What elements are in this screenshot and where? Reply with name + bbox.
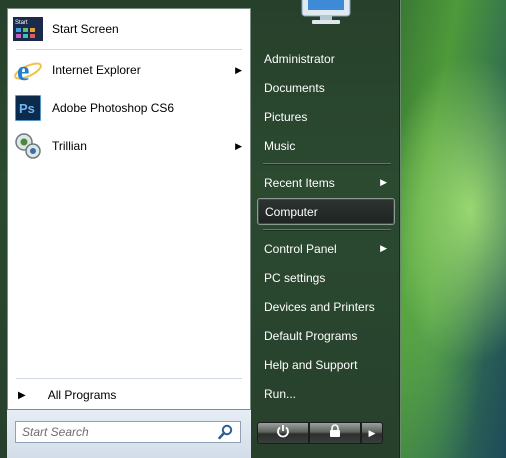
places-label: Run... — [264, 386, 297, 401]
places-label: Music — [264, 138, 296, 153]
separator — [16, 378, 242, 379]
places-label: Default Programs — [264, 328, 358, 343]
submenu-arrow-icon: ▶ — [235, 64, 242, 75]
places-item-pc-settings[interactable]: PC settings — [257, 264, 395, 291]
trillian-icon — [13, 131, 43, 161]
programs-pane: Start Start Screen e Internet Explorer ▶… — [7, 8, 251, 410]
arrow-right-icon: ▶ — [368, 427, 376, 438]
all-programs-button[interactable]: ▶ All Programs — [8, 381, 250, 409]
places-item-music[interactable]: Music — [257, 132, 395, 159]
places-item-run[interactable]: Run... — [257, 380, 395, 407]
program-internet-explorer[interactable]: e Internet Explorer ▶ — [10, 53, 248, 87]
power-icon — [276, 424, 290, 443]
places-item-recent-items[interactable]: Recent Items ▶ — [257, 169, 395, 196]
search-area: Start Search — [7, 410, 251, 458]
photoshop-text: Ps — [19, 101, 35, 116]
program-start-screen[interactable]: Start Start Screen — [10, 12, 248, 46]
separator — [263, 163, 391, 164]
submenu-arrow-icon: ▶ — [380, 177, 387, 187]
submenu-arrow-icon: ▶ — [235, 140, 242, 151]
lock-button[interactable] — [309, 422, 361, 444]
start-menu: Start Start Screen e Internet Explorer ▶… — [0, 0, 401, 458]
svg-text:e: e — [17, 56, 29, 85]
separator — [263, 229, 391, 230]
places-item-default-programs[interactable]: Default Programs — [257, 322, 395, 349]
places-item-devices-printers[interactable]: Devices and Printers — [257, 293, 395, 320]
places-label: Computer — [265, 204, 318, 219]
photoshop-icon: Ps — [13, 93, 43, 123]
program-label: Start Screen — [52, 22, 119, 36]
program-label: Internet Explorer — [52, 63, 141, 77]
search-placeholder: Start Search — [22, 425, 89, 439]
search-input[interactable]: Start Search — [15, 421, 241, 443]
search-icon[interactable] — [218, 424, 234, 443]
program-trillian[interactable]: Trillian ▶ — [10, 129, 248, 163]
program-label: Adobe Photoshop CS6 — [52, 101, 175, 115]
places-item-help-support[interactable]: Help and Support — [257, 351, 395, 378]
program-photoshop[interactable]: Ps Adobe Photoshop CS6 — [10, 91, 248, 125]
start-screen-icon: Start — [13, 14, 43, 44]
power-button[interactable] — [257, 422, 309, 444]
places-item-documents[interactable]: Documents — [257, 74, 395, 101]
places-item-pictures[interactable]: Pictures — [257, 103, 395, 130]
start-tile-text: Start — [15, 20, 28, 26]
all-programs-arrow-icon: ▶ — [18, 389, 26, 401]
places-label: Help and Support — [264, 357, 358, 372]
lock-icon — [329, 423, 341, 443]
submenu-arrow-icon: ▶ — [380, 243, 387, 253]
places-item-computer[interactable]: Computer — [257, 198, 395, 225]
separator — [16, 49, 242, 50]
places-item-control-panel[interactable]: Control Panel ▶ — [257, 235, 395, 262]
power-controls: ▶ — [257, 422, 383, 444]
internet-explorer-icon: e — [13, 55, 43, 85]
places-label: Pictures — [264, 109, 308, 124]
places-label: Administrator — [264, 51, 335, 66]
program-label: Trillian — [52, 139, 87, 153]
places-label: Documents — [264, 80, 325, 95]
places-label: PC settings — [264, 270, 326, 285]
places-item-administrator[interactable]: Administrator — [257, 45, 395, 72]
places-label: Devices and Printers — [264, 299, 375, 314]
places-label: Recent Items — [264, 175, 335, 190]
shutdown-options-button[interactable]: ▶ — [361, 422, 383, 444]
places-label: Control Panel — [264, 241, 337, 256]
all-programs-label: All Programs — [47, 388, 117, 402]
places-pane: Administrator Documents Pictures Music R… — [257, 0, 400, 458]
